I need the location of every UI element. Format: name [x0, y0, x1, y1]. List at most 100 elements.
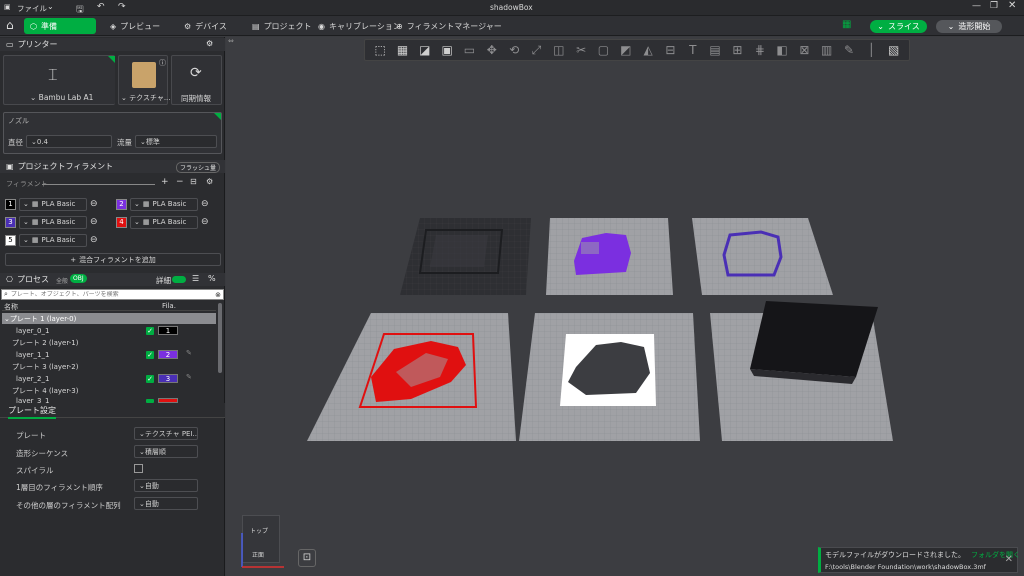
global-toggle[interactable]: 全般 — [56, 276, 68, 285]
home-icon[interactable]: ⌂ — [6, 18, 14, 32]
sync-button[interactable]: ⟳ 同期情報 — [171, 55, 222, 105]
slice-button[interactable]: ⌄ スライス — [870, 20, 927, 33]
print-sequence-select[interactable]: ⌄ 積層順 — [134, 445, 198, 458]
filament-slot-1[interactable]: 1 ⌄ ▦ PLA Basic ⊖ — [5, 197, 98, 211]
measure-icon[interactable]: ⊟ — [663, 43, 678, 57]
paint-icon[interactable]: ✎ — [186, 373, 192, 381]
percent-icon[interactable]: % — [208, 274, 216, 283]
support-paint-icon[interactable]: ▢ — [596, 43, 611, 57]
plate-1[interactable] — [400, 218, 531, 295]
boolean-icon[interactable]: ◧ — [775, 43, 790, 57]
add-object-icon[interactable]: ⬚ — [373, 43, 388, 57]
orient-icon[interactable]: ◪ — [417, 43, 432, 57]
search-box[interactable]: ⌕ ⊗ — [1, 289, 224, 300]
rotate-icon[interactable]: ⟲ — [507, 43, 522, 57]
remove-icon[interactable]: ⊖ — [201, 217, 209, 227]
tree-row-layer-2-1[interactable]: layer_2_1 — [2, 373, 216, 384]
lay-on-face-icon[interactable]: ◫ — [551, 43, 566, 57]
simplify-icon[interactable]: ▥ — [819, 43, 834, 57]
fit-view-icon[interactable]: ⊡ — [298, 549, 316, 567]
filament-slot-4[interactable]: 4 ⌄ ▦ PLA Basic ⊖ — [116, 215, 209, 229]
cut-icon[interactable]: ✂ — [574, 43, 589, 57]
filament-slot-3[interactable]: 3 ⌄ ▦ PLA Basic ⊖ — [5, 215, 98, 229]
split-icon[interactable]: ▭ — [462, 43, 477, 57]
check-icon[interactable]: ✓ — [146, 327, 154, 335]
plate-2[interactable] — [546, 218, 673, 295]
printer-card[interactable]: ⌶ ⌄ Bambu Lab A1 — [3, 55, 115, 105]
remove-icon[interactable]: ⊖ — [90, 235, 98, 245]
tree-row-plate-4[interactable]: プレート 4 (layer-3) — [2, 385, 216, 396]
add-icon[interactable]: + — [161, 177, 169, 187]
tree-row-plate-3[interactable]: プレート 3 (layer-2) — [2, 361, 216, 372]
tree-row-layer-1-1[interactable]: layer_1_1 — [2, 349, 216, 360]
check-icon[interactable]: ✓ — [146, 351, 154, 359]
gear-icon[interactable]: ⚙ — [206, 177, 213, 186]
add-mixed-filament-button[interactable]: + 混合フィラメントを追加 — [5, 253, 221, 266]
tree-row-plate-2[interactable]: プレート 2 (layer-1) — [2, 337, 216, 348]
tree-row-plate-1[interactable]: ⌄ プレート 1 (layer-0) — [2, 313, 216, 324]
plate-type-select[interactable]: ⌄ テクスチャ PEI... — [134, 427, 198, 440]
minimize-icon[interactable]: — — [972, 1, 981, 11]
undo-icon[interactable]: ↶ — [97, 2, 105, 12]
print-button[interactable]: ⌄ 造形開始 — [936, 20, 1002, 33]
other-layers-order-select[interactable]: ⌄ 自動 — [134, 497, 198, 510]
filament-swatch[interactable]: 3 — [158, 374, 178, 383]
tab-project[interactable]: ▤ プロジェクト — [246, 18, 318, 34]
info-icon[interactable]: ⓘ — [159, 58, 166, 68]
sync-filament-icon[interactable]: ⊟ — [190, 177, 197, 186]
chevron-down-icon[interactable]: ⌄ — [47, 2, 54, 11]
close-icon[interactable]: ✕ — [1005, 554, 1013, 565]
flush-volume-button[interactable]: フラッシュ量 — [176, 162, 221, 173]
brush-icon[interactable]: ✎ — [842, 43, 857, 57]
tab-prepare[interactable]: ⬡ 準備 — [24, 18, 96, 34]
remove-icon[interactable]: − — [176, 177, 184, 187]
remove-icon[interactable]: ⊖ — [201, 199, 209, 209]
redo-icon[interactable]: ↷ — [118, 2, 126, 12]
calendar-icon[interactable]: ▦ — [842, 19, 851, 30]
tab-filament-manager[interactable]: ⊕ フィラメントマネージャー — [390, 18, 508, 34]
explode-icon[interactable]: ⋕ — [752, 43, 767, 57]
list-icon[interactable]: ☰ — [192, 274, 199, 283]
text-icon[interactable]: T — [685, 43, 700, 57]
plate-3[interactable] — [692, 218, 833, 295]
search-input[interactable] — [10, 291, 201, 298]
close-icon[interactable]: ✕ — [1008, 0, 1016, 11]
first-layer-order-select[interactable]: ⌄ 自動 — [134, 479, 198, 492]
plate-4[interactable] — [307, 313, 516, 441]
arrange-icon[interactable]: ▣ — [440, 43, 455, 57]
nozzle-diameter-select[interactable]: ⌄ 0.4 — [26, 135, 112, 148]
scale-icon[interactable]: ⤢ — [529, 43, 544, 57]
remove-icon[interactable]: ⊖ — [90, 199, 98, 209]
emboss-icon[interactable]: ⊠ — [797, 43, 812, 57]
filament-slot-2[interactable]: 2 ⌄ ▦ PLA Basic ⊖ — [116, 197, 209, 211]
obj-toggle[interactable]: OBJ — [70, 274, 87, 283]
tab-device[interactable]: ⚙ デバイス — [178, 18, 233, 34]
file-menu[interactable]: ファイル — [17, 3, 47, 14]
plate-5[interactable] — [519, 313, 700, 441]
tree-row-layer-0-1[interactable]: layer_0_1 — [2, 325, 216, 336]
restore-icon[interactable]: ❐ — [990, 1, 998, 11]
check-icon[interactable]: ✓ — [146, 375, 154, 383]
color-paint-icon[interactable]: ◭ — [641, 43, 656, 57]
3d-viewport[interactable]: ⇔ トップ 正面 ⊡ — [226, 37, 1024, 576]
plate-6[interactable] — [710, 301, 893, 441]
svg-icon[interactable]: ▤ — [708, 43, 723, 57]
tab-preview[interactable]: ◈ プレビュー — [104, 18, 166, 34]
variable-layer-icon[interactable]: ▧ — [886, 43, 901, 57]
paint-icon[interactable]: ✎ — [186, 349, 192, 357]
gear-icon[interactable]: ⚙ — [206, 39, 213, 48]
plate-type-card[interactable]: ⓘ ⌄ テクスチャ... — [118, 55, 171, 105]
advanced-switch[interactable] — [172, 276, 186, 283]
filament-swatch[interactable]: 1 — [158, 326, 178, 335]
filament-slot-5[interactable]: 5 ⌄ ▦ PLA Basic ⊖ — [5, 233, 98, 247]
tab-plate-settings[interactable]: プレート設定 — [8, 405, 56, 419]
spiral-checkbox[interactable] — [134, 464, 143, 473]
remove-icon[interactable]: ⊖ — [90, 217, 98, 227]
assembly-icon[interactable]: ⊞ — [730, 43, 745, 57]
add-plate-icon[interactable]: ▦ — [395, 43, 410, 57]
seam-paint-icon[interactable]: ◩ — [618, 43, 633, 57]
move-icon[interactable]: ✥ — [484, 43, 499, 57]
filament-swatch[interactable]: 2 — [158, 350, 178, 359]
tree-scrollbar[interactable] — [218, 303, 222, 373]
nozzle-flow-select[interactable]: ⌄ 標準 — [135, 135, 217, 148]
